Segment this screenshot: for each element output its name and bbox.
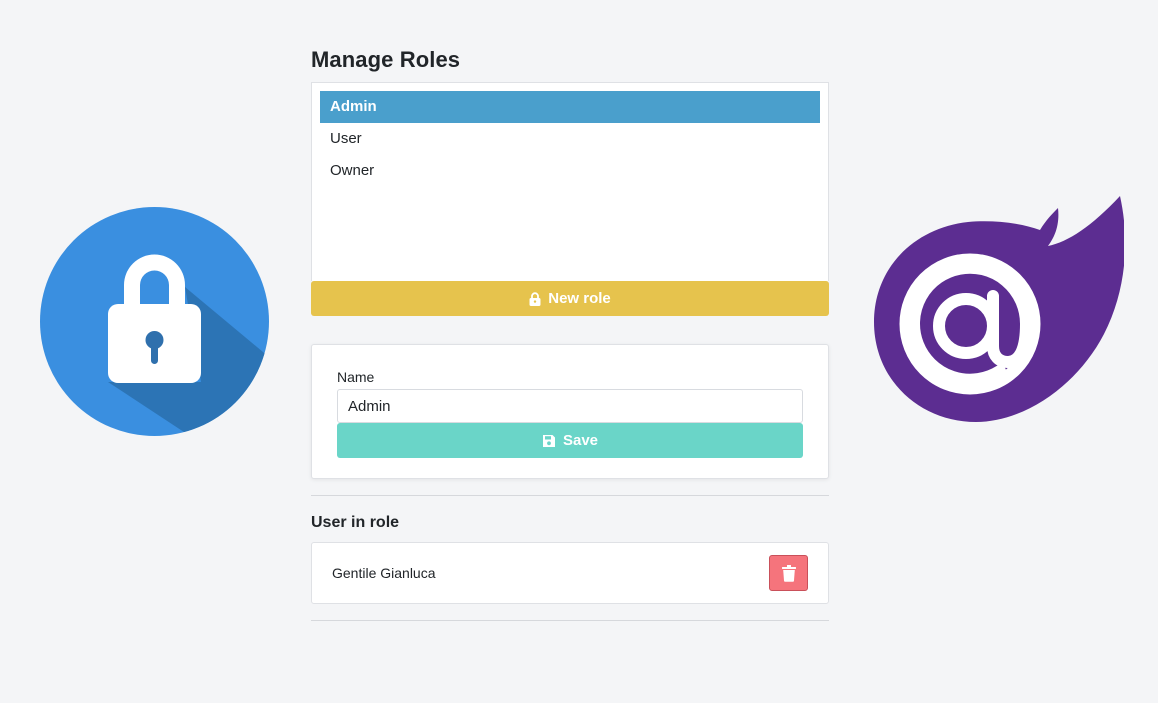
name-label: Name	[337, 369, 375, 385]
floppy-disk-icon	[542, 434, 556, 448]
role-item-user[interactable]: User	[320, 123, 820, 155]
lock-logo-icon	[40, 207, 269, 436]
page-title: Manage Roles	[311, 47, 461, 72]
divider	[311, 495, 829, 496]
role-list[interactable]: Admin User Owner	[311, 82, 829, 281]
save-button[interactable]: Save	[337, 423, 803, 458]
new-role-label: New role	[548, 290, 611, 307]
delete-user-button[interactable]	[769, 555, 808, 591]
lock-icon	[529, 291, 541, 306]
manage-roles-panel: Manage Roles Admin User Owner New role N…	[311, 44, 829, 621]
user-row: Gentile Gianluca	[311, 542, 829, 604]
trash-icon	[781, 564, 796, 582]
divider	[311, 620, 829, 621]
blazor-logo-icon	[872, 196, 1126, 424]
name-input[interactable]	[337, 389, 803, 423]
role-item-admin[interactable]: Admin	[320, 91, 820, 123]
save-label: Save	[562, 432, 599, 449]
role-item-owner[interactable]: Owner	[320, 155, 820, 187]
new-role-button[interactable]: New role	[311, 281, 829, 316]
role-edit-card: Name Save	[311, 344, 829, 479]
users-in-role-title: User in role	[311, 514, 400, 531]
user-name: Gentile Gianluca	[332, 565, 436, 581]
